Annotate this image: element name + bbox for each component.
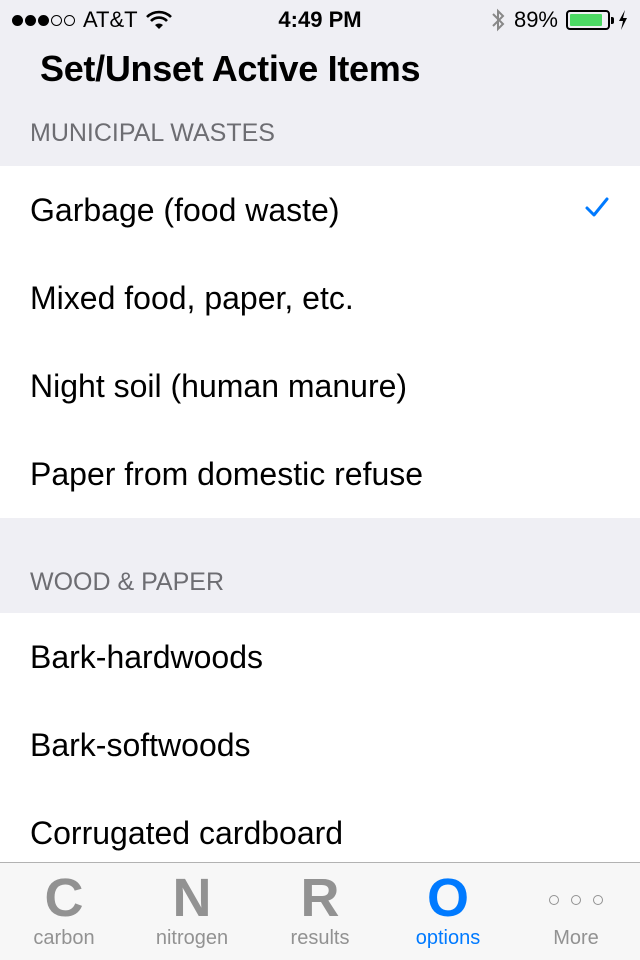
battery-fill [570, 14, 603, 26]
nitrogen-icon: N [172, 868, 212, 928]
tab-label: More [553, 927, 599, 949]
tab-bar: C carbon N nitrogen R results O options … [0, 862, 640, 960]
tab-carbon[interactable]: C carbon [0, 863, 128, 960]
tab-label: carbon [33, 927, 95, 949]
list-item-label: Garbage (food waste) [30, 191, 340, 228]
tab-options[interactable]: O options [384, 863, 512, 960]
list-item[interactable]: Garbage (food waste) [0, 166, 640, 254]
list-item[interactable]: Bark-hardwoods [0, 613, 640, 701]
tab-label: nitrogen [155, 927, 229, 949]
items-list[interactable]: MUNICIPAL WASTES Garbage (food waste) Mi… [0, 100, 640, 862]
list-item-label: Corrugated cardboard [30, 814, 344, 851]
list-item[interactable]: Bark-softwoods [0, 701, 640, 789]
status-bar: AT&T 4:49 PM 89% [0, 0, 640, 40]
wifi-icon [145, 10, 172, 29]
list-item-label: Mixed food, paper, etc. [30, 279, 354, 316]
list-item-label: Paper from domestic refuse [30, 455, 424, 492]
list-item-label: Night soil (human manure) [30, 367, 408, 404]
section-header-wood-paper: WOOD & PAPER [0, 518, 640, 613]
list-item[interactable]: Corrugated cardboard [0, 789, 640, 862]
charging-bolt-icon [619, 10, 627, 30]
section-municipal-wastes: Garbage (food waste) Mixed food, paper, … [0, 166, 640, 518]
battery-icon [566, 10, 614, 30]
options-icon: O [426, 868, 469, 928]
list-item-label: Bark-softwoods [30, 726, 251, 763]
section-wood-paper: Bark-hardwoods Bark-softwoods Corrugated… [0, 613, 640, 862]
more-icon [549, 895, 603, 915]
bluetooth-icon [492, 8, 505, 32]
signal-strength-icon [12, 14, 75, 26]
battery-percent: 89% [513, 7, 558, 32]
tab-label: results [290, 927, 350, 949]
page-title: Set/Unset Active Items [40, 48, 421, 89]
list-item[interactable]: Paper from domestic refuse [0, 430, 640, 518]
tab-more[interactable]: More [512, 863, 640, 960]
list-item-label: Bark-hardwoods [30, 638, 263, 675]
tab-results[interactable]: R results [256, 863, 384, 960]
list-item[interactable]: Mixed food, paper, etc. [0, 254, 640, 342]
carbon-icon: C [44, 868, 84, 928]
tab-label: options [415, 927, 481, 949]
results-icon: R [300, 868, 340, 928]
section-header-municipal-wastes: MUNICIPAL WASTES [0, 100, 640, 166]
carrier-name: AT&T [83, 7, 138, 32]
checkmark-icon [585, 197, 609, 217]
list-item[interactable]: Night soil (human manure) [0, 342, 640, 430]
tab-nitrogen[interactable]: N nitrogen [128, 863, 256, 960]
